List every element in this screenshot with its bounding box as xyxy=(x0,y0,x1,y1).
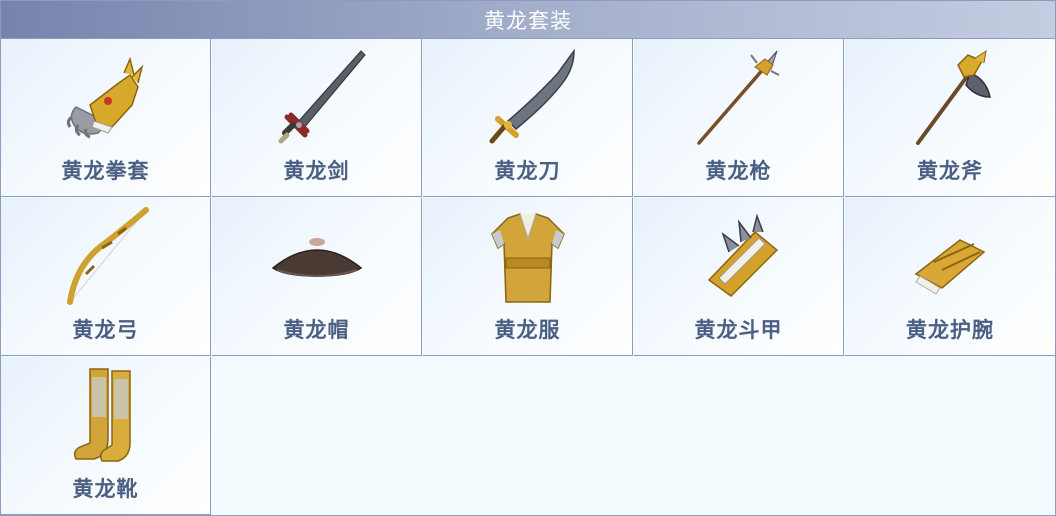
item-cell-bow[interactable]: 黄龙弓 xyxy=(1,198,211,356)
robe-icon xyxy=(468,204,588,308)
item-cell-bracer-armor[interactable]: 黄龙斗甲 xyxy=(634,198,844,356)
item-cell-spear[interactable]: 黄龙枪 xyxy=(634,39,844,197)
gauntlet-icon xyxy=(46,45,166,149)
axe-icon xyxy=(890,45,1010,149)
item-label: 黄龙拳套 xyxy=(61,158,150,183)
boots-icon xyxy=(46,363,166,467)
item-cell-robe[interactable]: 黄龙服 xyxy=(423,198,633,356)
item-label: 黄龙护腕 xyxy=(906,317,994,342)
panel-title: 黄龙套装 xyxy=(484,8,572,33)
saber-icon xyxy=(468,45,588,149)
equipment-set-panel: 黄龙套装 黄龙拳套 黄龙剑 黄龙刀 黄龙枪 黄龙斧 黄龙弓 黄龙帽 黄龙服 黄龙… xyxy=(0,0,1056,516)
item-label: 黄龙斗甲 xyxy=(694,317,783,342)
item-cell-axe[interactable]: 黄龙斧 xyxy=(845,39,1055,197)
item-cell-gauntlet[interactable]: 黄龙拳套 xyxy=(1,39,211,197)
item-label: 黄龙靴 xyxy=(72,476,139,501)
panel-header: 黄龙套装 xyxy=(1,1,1055,39)
bracer-armor-icon xyxy=(679,204,799,308)
item-cell-wrist-guard[interactable]: 黄龙护腕 xyxy=(845,198,1055,356)
item-cell-hat[interactable]: 黄龙帽 xyxy=(212,198,422,356)
sword-icon xyxy=(257,45,377,149)
item-label: 黄龙服 xyxy=(494,317,561,342)
item-label: 黄龙弓 xyxy=(72,317,139,342)
item-cell-boots[interactable]: 黄龙靴 xyxy=(1,357,211,515)
wrist-guard-icon xyxy=(890,204,1010,308)
item-label: 黄龙帽 xyxy=(283,317,350,342)
item-cell-saber[interactable]: 黄龙刀 xyxy=(423,39,633,197)
hat-icon xyxy=(257,204,377,308)
item-cell-sword[interactable]: 黄龙剑 xyxy=(212,39,422,197)
item-label: 黄龙枪 xyxy=(705,158,772,183)
item-label: 黄龙刀 xyxy=(494,158,561,183)
bow-icon xyxy=(46,204,166,308)
spear-icon xyxy=(679,45,799,149)
item-grid: 黄龙拳套 黄龙剑 黄龙刀 黄龙枪 黄龙斧 黄龙弓 黄龙帽 黄龙服 黄龙斗甲 黄龙… xyxy=(1,39,1055,515)
item-label: 黄龙斧 xyxy=(917,158,983,183)
item-label: 黄龙剑 xyxy=(283,158,350,183)
